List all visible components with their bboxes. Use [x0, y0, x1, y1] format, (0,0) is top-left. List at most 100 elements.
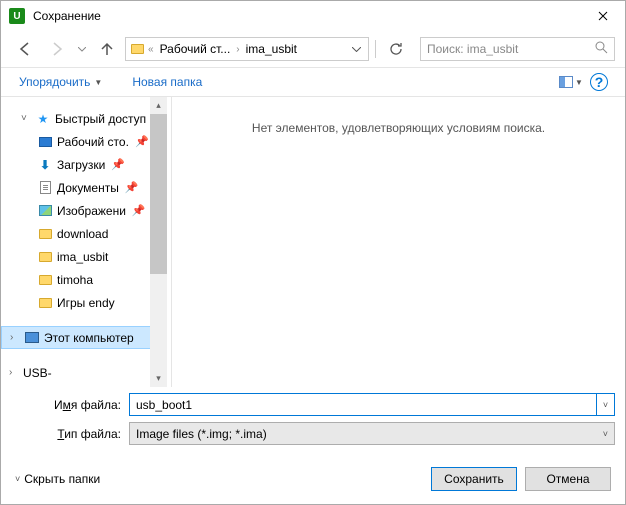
expand-icon[interactable]: › [10, 332, 20, 343]
nav-row: « Рабочий ст... › ima_usbit Поиск: ima_u… [1, 31, 625, 67]
refresh-button[interactable] [382, 35, 410, 63]
organize-label: Упорядочить [19, 75, 90, 89]
star-icon: ★ [35, 111, 51, 127]
tree-item-label: Загрузки [57, 158, 105, 172]
folder-icon [37, 226, 53, 242]
folder-icon [128, 40, 146, 58]
titlebar: U Сохранение [1, 1, 625, 31]
scroll-track[interactable] [150, 114, 167, 370]
scroll-up-button[interactable]: ▴ [150, 97, 167, 114]
breadcrumb-prefix[interactable]: « [146, 44, 156, 55]
tree-this-pc[interactable]: › Этот компьютер [1, 326, 167, 349]
hide-folders-label: Скрыть папки [24, 472, 100, 486]
search-box[interactable]: Поиск: ima_usbit [420, 37, 615, 61]
search-placeholder: Поиск: ima_usbit [427, 42, 591, 56]
save-button[interactable]: Сохранить [431, 467, 517, 491]
empty-message: Нет элементов, удовлетворяющих условиям … [252, 121, 545, 387]
back-button[interactable] [11, 35, 39, 63]
folder-icon [37, 295, 53, 311]
footer: ˅ Скрыть папки Сохранить Отмена [1, 455, 625, 505]
file-list[interactable]: Нет элементов, удовлетворяющих условиям … [171, 97, 625, 387]
address-bar[interactable]: « Рабочий ст... › ima_usbit [125, 37, 369, 61]
tree-item[interactable]: download [1, 222, 167, 245]
help-icon: ? [590, 73, 608, 91]
chevron-down-icon [352, 47, 361, 52]
cancel-button[interactable]: Отмена [525, 467, 611, 491]
up-button[interactable] [93, 35, 121, 63]
scroll-thumb[interactable] [150, 114, 167, 274]
collapse-icon[interactable]: ˅ [21, 113, 31, 124]
tree-item[interactable]: ⬇ Загрузки 📌 [1, 153, 167, 176]
tree-quick-access[interactable]: ˅ ★ Быстрый доступ [1, 107, 167, 130]
filetype-label: Тип файла: [11, 427, 129, 441]
close-button[interactable] [580, 1, 625, 31]
tree-label: Этот компьютер [44, 331, 134, 345]
pin-icon: 📌 [132, 204, 146, 217]
pc-icon [24, 330, 40, 346]
tree-item-label: Игры endy [57, 296, 115, 310]
chevron-down-icon: ˅ [603, 429, 608, 439]
app-icon: U [9, 8, 25, 24]
close-icon [598, 11, 608, 21]
pin-icon: 📌 [135, 135, 149, 148]
breadcrumb-chevron[interactable]: › [234, 44, 241, 55]
arrow-left-icon [17, 41, 33, 57]
filetype-combo[interactable]: Image files (*.img; *.ima) ˅ [129, 422, 615, 445]
search-icon [591, 41, 608, 57]
tree-item[interactable]: Рабочий сто. 📌 [1, 130, 167, 153]
view-button[interactable]: ▼ [557, 70, 585, 94]
help-button[interactable]: ? [585, 70, 613, 94]
address-dropdown[interactable] [346, 47, 366, 52]
tree-item-label: download [57, 227, 108, 241]
chevron-down-icon: ▼ [575, 78, 583, 87]
fields: Имя файла: ˅ Тип файла: Image files (*.i… [1, 387, 625, 455]
tree-scrollbar[interactable]: ▴ ▾ [150, 97, 167, 387]
refresh-icon [389, 42, 403, 56]
toolbar: Упорядочить ▼ Новая папка ▼ ? [1, 67, 625, 97]
download-icon: ⬇ [37, 157, 53, 173]
filename-label: Имя файла: [11, 398, 129, 412]
pin-icon: 📌 [125, 181, 139, 194]
tree-usb[interactable]: › USB- [1, 361, 167, 384]
tree-item[interactable]: ima_usbit [1, 245, 167, 268]
view-icon [559, 76, 573, 88]
chevron-down-icon: ▼ [94, 78, 102, 87]
arrow-right-icon [49, 41, 65, 57]
chevron-down-icon: ˅ [15, 474, 20, 484]
filename-input[interactable] [129, 393, 597, 416]
filename-dropdown[interactable]: ˅ [597, 393, 615, 416]
history-dropdown[interactable] [75, 47, 89, 52]
tree-item-label: Документы [57, 181, 119, 195]
tree-label: USB- [23, 366, 52, 380]
tree-item[interactable]: Игры endy [1, 291, 167, 314]
body: ˅ ★ Быстрый доступ Рабочий сто. 📌 ⬇ Загрузк… [1, 97, 625, 387]
tree-label: Быстрый доступ [55, 112, 146, 126]
tree-item[interactable]: Изображени 📌 [1, 199, 167, 222]
new-folder-label: Новая папка [132, 75, 202, 89]
hide-folders-button[interactable]: ˅ Скрыть папки [15, 472, 100, 486]
tree-item-label: Рабочий сто. [57, 135, 129, 149]
arrow-up-icon [99, 41, 115, 57]
chevron-down-icon [78, 47, 86, 52]
expand-icon[interactable]: › [9, 367, 19, 378]
img-icon [37, 203, 53, 219]
tree-item[interactable]: timoha [1, 268, 167, 291]
nav-tree[interactable]: ˅ ★ Быстрый доступ Рабочий сто. 📌 ⬇ Загрузк… [1, 97, 167, 387]
tree-item[interactable]: Документы 📌 [1, 176, 167, 199]
breadcrumb-item[interactable]: Рабочий ст... [156, 42, 235, 56]
tree-item-label: timoha [57, 273, 93, 287]
folder-icon [37, 272, 53, 288]
forward-button[interactable] [43, 35, 71, 63]
tree-item-label: Изображени [57, 204, 126, 218]
breadcrumb-item[interactable]: ima_usbit [242, 42, 301, 56]
scroll-down-button[interactable]: ▾ [150, 370, 167, 387]
filetype-value: Image files (*.img; *.ima) [136, 427, 603, 441]
doc-icon [37, 180, 53, 196]
new-folder-button[interactable]: Новая папка [126, 71, 208, 93]
organize-button[interactable]: Упорядочить ▼ [13, 71, 108, 93]
desktop-icon [37, 134, 53, 150]
tree-item-label: ima_usbit [57, 250, 108, 264]
folder-icon [37, 249, 53, 265]
pin-icon: 📌 [111, 158, 125, 171]
window-title: Сохранение [33, 9, 580, 23]
